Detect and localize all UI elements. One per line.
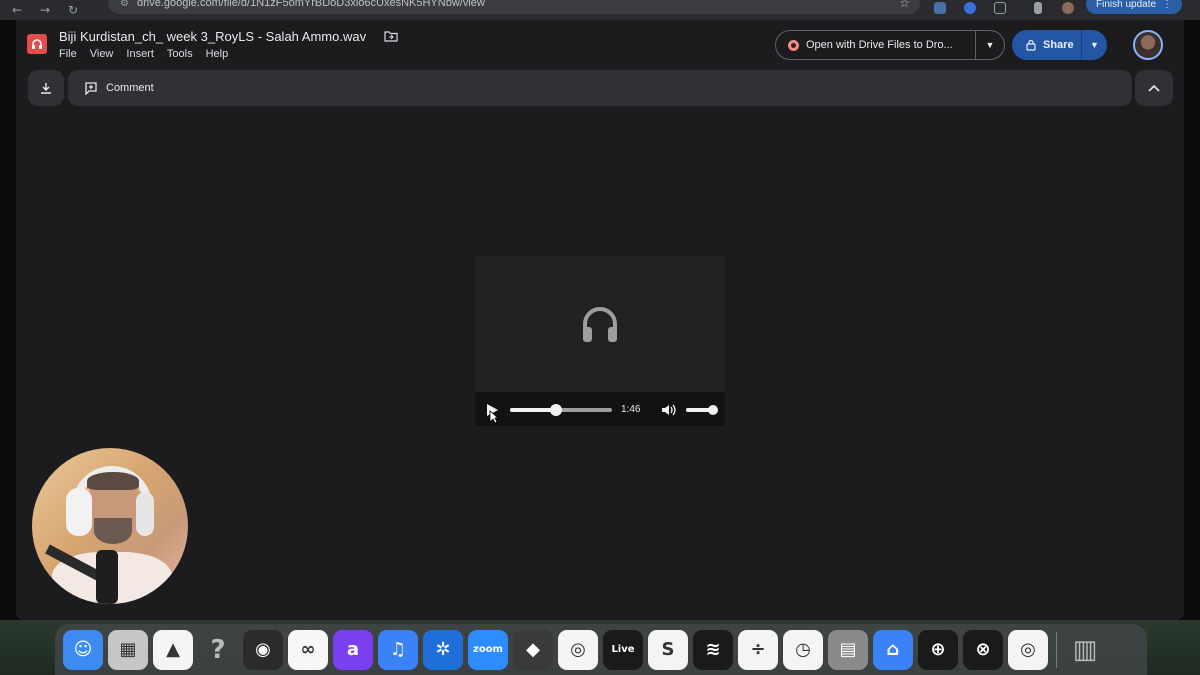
macos-dock: ☺ ▦ ▲? ◉ ∞ a ♫ ✲ zoom ◆ ◎ Live S ≋ ÷ ◷ ▤ ⌂ ⊕ ⊗ ◎ ▥ [55, 624, 1147, 675]
dock-davinci-icon[interactable]: ◆ [513, 629, 553, 670]
dock-spotify-icon[interactable]: ≋ [693, 629, 733, 670]
lock-icon [1026, 39, 1036, 51]
open-with-button[interactable]: Open with Drive Files to Dro... [776, 31, 976, 59]
menu-help[interactable]: Help [206, 48, 229, 60]
headphones-icon [583, 307, 617, 342]
extension-icon[interactable] [964, 2, 976, 14]
dock-finder-icon[interactable]: ☺ [63, 629, 103, 670]
dock-chrome-icon[interactable]: ◎ [558, 629, 598, 670]
duration-text: 1:46 [621, 404, 641, 415]
download-icon [41, 83, 51, 94]
comment-label: Comment [106, 82, 154, 94]
menu-insert[interactable]: Insert [126, 48, 154, 60]
menu-tools[interactable]: Tools [167, 48, 193, 60]
browser-toolbar: ← → ↻ ⚙ drive.google.com/file/d/1N1zF5om… [0, 0, 1200, 20]
open-with-group: Open with Drive Files to Dro... ▼ [775, 30, 1005, 60]
dock-obs-icon[interactable]: ◉ [243, 629, 283, 670]
dock-settings-gear-icon[interactable]: ✲ [423, 629, 463, 670]
app-icon [788, 39, 799, 51]
menu-bar: File View Insert Tools Help [59, 48, 228, 60]
webcam-beard [94, 518, 132, 544]
volume-slider[interactable] [686, 405, 718, 415]
dock-audio-mixer-icon[interactable]: ⊕ [918, 629, 958, 670]
volume-handle[interactable] [708, 405, 718, 415]
headset-left-cup [66, 488, 92, 536]
dock-trash-icon[interactable]: ▥ [1065, 630, 1105, 670]
drive-viewer: Biji Kurdistan_ch_ week 3_RoyLS - Salah … [16, 20, 1184, 620]
volume-icon[interactable] [661, 403, 677, 417]
dock-help-icon[interactable]: ? [198, 630, 238, 670]
audio-preview [475, 256, 725, 392]
webcam-hair [87, 472, 139, 490]
address-bar[interactable]: ⚙ drive.google.com/file/d/1N1zF5omYrBDoD… [108, 0, 920, 14]
dock-loop-app-icon[interactable]: ∞ [288, 629, 328, 670]
dock-ableton-live-icon[interactable]: Live [603, 629, 643, 670]
extensions-puzzle-icon[interactable] [994, 2, 1006, 14]
seek-handle[interactable] [549, 404, 562, 416]
viewer-toolbar: Comment [68, 70, 1132, 106]
extension-icon[interactable] [934, 2, 946, 14]
viewer-header: Biji Kurdistan_ch_ week 3_RoyLS - Salah … [16, 20, 1184, 68]
site-info-icon[interactable]: ⚙ [120, 0, 129, 9]
dock-split-app-icon[interactable]: ÷ [738, 629, 778, 670]
mouse-cursor-icon [489, 410, 499, 424]
dock-s-app-icon[interactable]: S [648, 629, 688, 670]
dock-separator [1056, 631, 1057, 668]
audio-controls: 1:46 [475, 392, 725, 426]
dock-podcast-icon[interactable]: ♫ [378, 629, 418, 670]
share-dropdown-icon[interactable]: ▼ [1082, 40, 1107, 50]
dock-clock-icon[interactable]: ◷ [783, 629, 823, 670]
share-button[interactable]: Share [1012, 30, 1082, 60]
headset-right-cup [136, 492, 154, 536]
open-with-dropdown-icon[interactable]: ▼ [976, 40, 1004, 50]
reload-icon[interactable]: ↻ [62, 3, 84, 17]
file-title: Biji Kurdistan_ch_ week 3_RoyLS - Salah … [59, 29, 367, 44]
dock-calculator-icon[interactable]: ▤ [828, 629, 868, 670]
share-group: Share ▼ [1012, 30, 1107, 60]
microphone-icon [96, 550, 118, 604]
share-label: Share [1043, 39, 1074, 51]
add-comment-icon [85, 82, 97, 95]
kebab-menu-icon: ⋮ [1162, 0, 1173, 10]
open-with-label: Open with Drive Files to Dro... [806, 39, 953, 51]
download-button[interactable] [28, 70, 64, 106]
forward-icon[interactable]: → [34, 3, 56, 17]
dock-google-drive-icon[interactable]: ▲ [153, 629, 193, 670]
dock-compass-icon[interactable]: ⊗ [963, 629, 1003, 670]
finish-update-label: Finish update [1096, 0, 1157, 10]
chevron-up-icon [1148, 84, 1160, 92]
account-avatar[interactable] [1133, 30, 1163, 60]
back-icon[interactable]: ← [6, 3, 28, 17]
finish-update-button[interactable]: Finish update ⋮ [1086, 0, 1183, 14]
dock-launchpad-icon[interactable]: ▦ [108, 629, 148, 670]
dock-zoom-icon[interactable]: zoom [468, 629, 508, 670]
audio-file-icon [27, 34, 47, 54]
seek-slider[interactable] [510, 404, 612, 416]
webcam-overlay [32, 448, 188, 604]
dock-arc-a-icon[interactable]: a [333, 629, 373, 670]
screen: ← → ↻ ⚙ drive.google.com/file/d/1N1zF5om… [0, 0, 1200, 675]
cast-icon[interactable] [1034, 2, 1042, 14]
menu-file[interactable]: File [59, 48, 77, 60]
bookmark-star-icon[interactable]: ☆ [899, 0, 910, 10]
dock-vpn-icon[interactable]: ⌂ [873, 629, 913, 670]
collapse-toolbar-button[interactable] [1135, 70, 1173, 106]
profile-icon[interactable] [1062, 2, 1074, 14]
dock-chrome-alt-icon[interactable]: ◎ [1008, 629, 1048, 670]
move-to-folder-icon[interactable] [384, 30, 398, 42]
menu-view[interactable]: View [90, 48, 114, 60]
url-text: drive.google.com/file/d/1N1zF5omYrBDoD3x… [136, 0, 485, 9]
comment-button[interactable]: Comment [84, 81, 154, 95]
